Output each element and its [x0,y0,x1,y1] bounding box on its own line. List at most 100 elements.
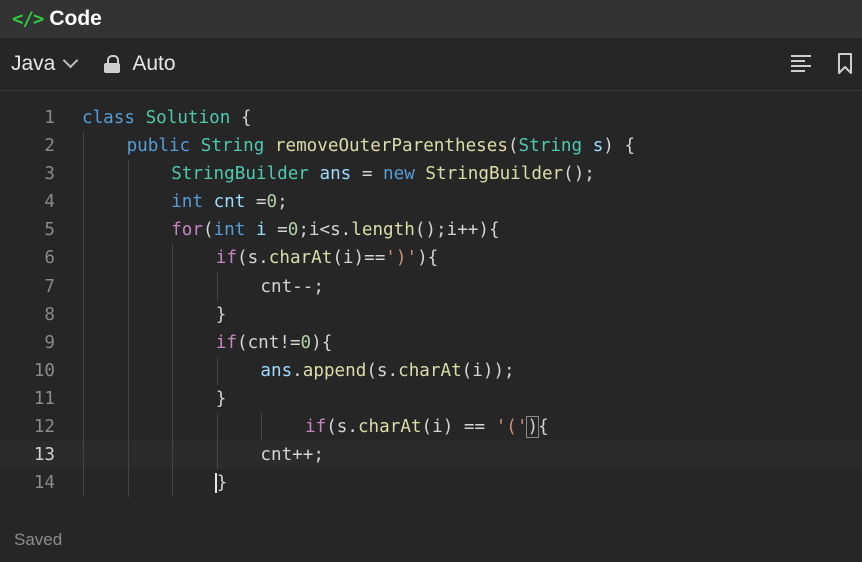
code-token: { [230,108,252,128]
code-token: cnt++; [260,445,324,466]
indent-guide [83,272,84,301]
code-line[interactable]: 5 for(int i =0;i<s.length();i++){ [0,216,862,245]
code-token: (s. [236,248,269,269]
code-token: String [518,136,593,157]
format-code-icon[interactable] [791,55,811,73]
indent-guide [172,356,174,385]
code-token: . [292,360,303,381]
title-bar: </> Code [0,0,862,38]
code-line[interactable]: 13 cnt++; [0,441,862,470]
line-number: 1 [44,108,55,128]
indent-guide [172,300,174,329]
code-text: int cnt =0; [171,188,288,216]
chevron-down-icon [63,52,79,68]
code-token: = [351,164,384,185]
line-number: 10 [33,360,55,381]
code-token: ;i<s. [298,220,352,241]
code-token: = [266,220,288,241]
code-token: String [200,136,275,157]
code-line[interactable]: 1 class Solution { [0,104,862,132]
indent-guide [216,272,218,301]
line-number: 7 [44,276,55,297]
code-token: charAt [357,417,422,438]
code-token: ) { [603,136,636,157]
indent-guide [83,160,84,189]
code-line[interactable]: 11} [0,384,862,414]
code-text: if(s.charAt(i) == '('){ [305,413,549,441]
code-token: 0 [300,332,312,353]
line-number: 13 [33,445,55,466]
code-line[interactable]: 14} [0,469,862,498]
indent-guide [127,469,129,498]
auto-mode-button[interactable]: Auto [104,52,176,76]
indent-guide [216,356,218,385]
language-label: Java [11,52,56,75]
indent-guide [261,413,263,442]
lock-icon [104,55,121,73]
code-token: (i)); [461,360,515,381]
code-token: length [351,220,415,241]
code-token: if [305,417,327,438]
line-number: 4 [44,192,55,213]
indent-guide [83,244,84,273]
indent-guide [83,132,84,161]
code-token: (s. [326,417,358,438]
code-text: for(int i =0;i<s.length();i++){ [171,216,499,244]
code-token: ans [260,360,293,381]
code-token: (i) == [421,417,496,438]
text-cursor [214,473,217,494]
code-line[interactable]: 9 if(cnt!=0){ [0,328,862,357]
line-number: 9 [44,332,55,353]
code-token: } [215,304,227,325]
indent-guide [83,384,84,414]
code-token: (); [563,164,595,185]
code-token: ();i++){ [414,220,500,241]
indent-guide [127,356,129,385]
code-token: charAt [268,248,333,269]
code-editor[interactable]: 1 class Solution {2 public String removeOu… [0,104,862,498]
code-token: 0 [287,220,299,241]
indent-guide [127,244,129,273]
code-token: ){ [311,332,333,353]
code-text: } [214,469,228,497]
code-token: ( [507,136,519,157]
line-number: 2 [44,136,55,157]
code-token: cnt [213,192,246,213]
indent-guide [127,441,129,470]
language-select[interactable]: Java [11,52,79,76]
code-token: (cnt!= [236,332,301,353]
indent-guide [172,244,174,273]
indent-guide [83,216,84,245]
code-token: ; [277,192,288,213]
code-line[interactable]: 7 cnt--; [0,272,862,301]
indent-guide [172,441,174,470]
indent-guide [127,216,129,245]
code-line[interactable]: 12 if(s.charAt(i) == '('){ [0,413,862,442]
code-line[interactable]: 8} [0,300,862,329]
line-number: 14 [33,473,55,494]
line-number: 6 [44,248,55,269]
code-token: new [383,164,426,185]
code-token: = [245,192,267,213]
indent-guide [127,384,129,414]
indent-guide [172,384,174,414]
code-line[interactable]: 10 ans.append(s.charAt(i)); [0,356,862,385]
code-text: cnt--; [260,273,324,301]
line-number: 3 [44,164,55,185]
code-text: class Solution { [82,104,252,132]
code-token: charAt [398,360,462,381]
bookmark-icon[interactable] [837,53,853,75]
code-line[interactable]: 6 if(s.charAt(i)==')'){ [0,244,862,273]
code-token: StringBuilder [171,164,320,185]
code-line[interactable]: 2 public String removeOuterParentheses(St… [0,132,862,161]
indent-guide [83,188,84,217]
indent-guide [83,469,84,498]
code-token: removeOuterParentheses [274,136,508,157]
code-token: } [214,473,228,494]
code-token: Solution [145,108,231,128]
code-token: ){ [417,248,439,269]
code-line[interactable]: 4 int cnt =0; [0,188,862,217]
code-token: '(' [495,417,528,438]
code-line[interactable]: 3 StringBuilder ans = new StringBuilder()… [0,160,862,189]
indent-guide [127,413,129,442]
